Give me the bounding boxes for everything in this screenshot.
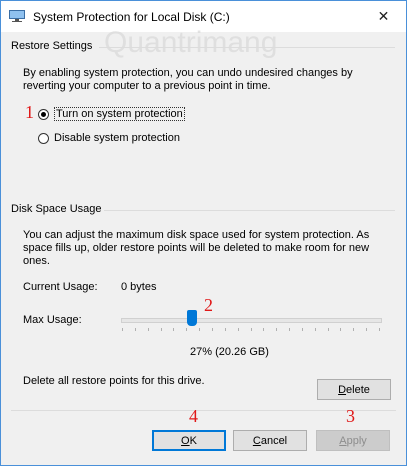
restore-settings-description: By enabling system protection, you can u… [23, 67, 353, 92]
max-usage-slider-track[interactable] [121, 318, 382, 323]
annotation-3: 3 [346, 406, 355, 426]
radio-button[interactable] [38, 132, 49, 144]
restore-settings-heading: Restore Settings [9, 40, 95, 52]
cancel-button[interactable]: Cancel [233, 430, 307, 451]
footer-separator [11, 410, 396, 411]
group-divider [99, 47, 395, 48]
apply-button[interactable]: Apply [316, 430, 390, 451]
delete-button[interactable]: Delete [317, 379, 391, 400]
ok-button[interactable]: OK [152, 430, 226, 451]
close-button[interactable]: ✕ [361, 1, 406, 32]
slider-ticks [122, 328, 380, 331]
annotation-2: 2 [204, 295, 213, 315]
group-divider [103, 210, 395, 211]
radio-label: Turn on system protection [54, 107, 185, 121]
window-title: System Protection for Local Disk (C:) [33, 10, 230, 24]
ok-accel-key: O [181, 434, 190, 447]
cancel-accel-key: C [252, 434, 261, 447]
computer-icon [9, 10, 25, 22]
delete-accel-key: D [338, 383, 347, 396]
radio-label: Disable system protection [54, 132, 180, 144]
annotation-4: 4 [189, 406, 198, 426]
radio-disable-protection[interactable]: Disable system protection [38, 132, 180, 144]
delete-description: Delete all restore points for this drive… [23, 375, 205, 387]
max-usage-slider-thumb[interactable] [186, 310, 197, 326]
system-protection-dialog: System Protection for Local Disk (C:) ✕ … [0, 0, 407, 466]
annotation-1: 1 [25, 102, 34, 122]
delete-label: elete [346, 383, 370, 396]
current-usage-label: Current Usage: [23, 281, 98, 293]
radio-button-checked[interactable] [38, 108, 49, 120]
close-icon: ✕ [377, 8, 390, 24]
disk-space-heading: Disk Space Usage [9, 203, 104, 215]
apply-label: pply [346, 434, 367, 447]
ok-label: K [189, 434, 197, 447]
max-usage-label: Max Usage: [23, 314, 82, 326]
radio-turn-on-protection[interactable]: Turn on system protection [38, 107, 185, 121]
watermark-logo: Quantrimang [104, 26, 278, 59]
current-usage-value: 0 bytes [121, 281, 157, 293]
cancel-label: ancel [260, 434, 288, 447]
max-usage-readout: 27% (20.26 GB) [190, 346, 269, 358]
disk-space-description: You can adjust the maximum disk space us… [23, 229, 370, 267]
apply-accel-key: A [339, 434, 347, 447]
